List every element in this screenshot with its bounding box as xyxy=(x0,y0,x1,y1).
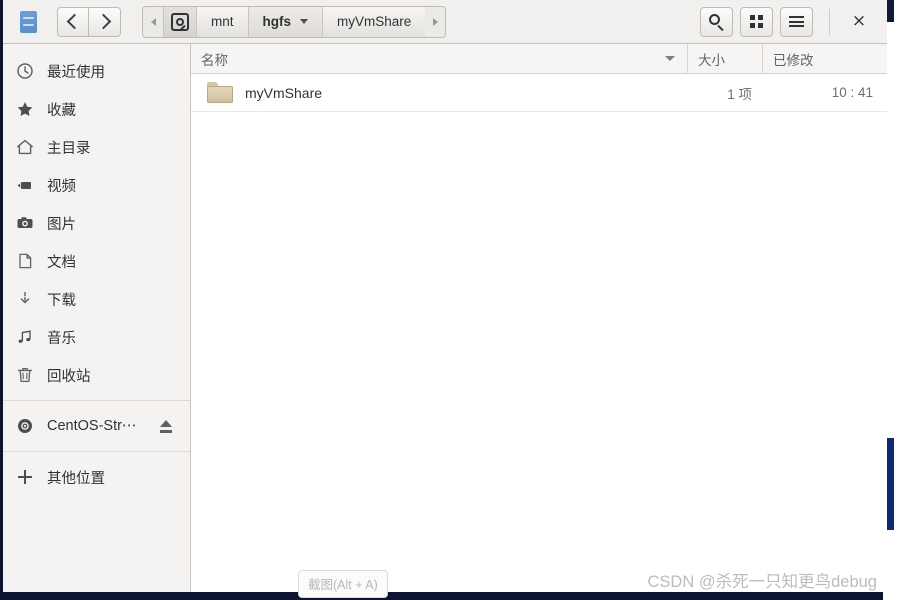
column-header-modified[interactable]: 已修改 xyxy=(762,44,887,73)
watermark: CSDN @杀死一只知更鸟debug xyxy=(647,573,877,591)
column-header-label: 名称 xyxy=(201,52,228,68)
sidebar-item-label: 其他位置 xyxy=(47,470,105,487)
window-body: 最近使用 收藏 主目录 视频 图片 文档 下载 音乐 回收站 CentOS-St… xyxy=(3,44,887,592)
triangle-left-icon xyxy=(150,17,156,26)
clock-icon xyxy=(16,62,34,80)
breadcrumb-label: myVmShare xyxy=(337,14,412,29)
device-disk-icon xyxy=(171,12,189,31)
navigation-button-group xyxy=(57,6,121,37)
camera-icon xyxy=(16,214,34,232)
breadcrumb-item-hgfs[interactable]: hgfs xyxy=(247,6,323,37)
sidebar-item-videos[interactable]: 视频 xyxy=(3,166,190,204)
grid-icon xyxy=(750,15,763,28)
sidebar-item-label: 最近使用 xyxy=(47,64,105,81)
search-button[interactable] xyxy=(700,6,733,37)
sidebar: 最近使用 收藏 主目录 视频 图片 文档 下载 音乐 回收站 CentOS-St… xyxy=(3,44,191,592)
breadcrumb-item-mnt[interactable]: mnt xyxy=(196,6,248,37)
column-header-label: 大小 xyxy=(698,52,725,68)
screenshot-tooltip: 截图(Alt + A) xyxy=(298,570,388,598)
breadcrumb-scroll-left-button[interactable] xyxy=(143,6,163,37)
file-name-cell: myVmShare xyxy=(191,82,687,103)
sidebar-item-label: 收藏 xyxy=(47,102,76,119)
sidebar-item-label: 音乐 xyxy=(47,330,76,347)
sidebar-divider-other xyxy=(3,451,190,452)
view-grid-button[interactable] xyxy=(740,6,773,37)
table-row[interactable]: myVmShare 1 项 10 : 41 xyxy=(191,74,887,112)
sidebar-item-device-centos[interactable]: CentOS-Str⋯ xyxy=(3,407,190,445)
search-icon xyxy=(709,14,724,32)
music-note-icon xyxy=(16,328,34,346)
forward-button[interactable] xyxy=(89,6,121,37)
column-header-label: 已修改 xyxy=(773,52,814,68)
sidebar-item-label: 下载 xyxy=(47,292,76,309)
sidebar-item-label: 回收站 xyxy=(47,368,91,385)
star-icon xyxy=(16,100,34,118)
header-left-group: mnt hgfs myVmShare xyxy=(11,5,447,38)
file-list-area: 名称 大小 已修改 myVmShare 1 项 10: 41 xyxy=(191,44,887,592)
column-header-size[interactable]: 大小 xyxy=(687,44,762,73)
breadcrumb-item-myvmshare[interactable]: myVmShare xyxy=(322,6,426,37)
vertical-scrollbar[interactable] xyxy=(883,44,887,592)
sidebar-item-pictures[interactable]: 图片 xyxy=(3,204,190,242)
sidebar-item-label: 视频 xyxy=(47,178,76,195)
file-name-label: myVmShare xyxy=(245,84,323,101)
sidebar-item-label: CentOS-Str⋯ xyxy=(47,418,137,434)
sidebar-item-trash[interactable]: 回收站 xyxy=(3,356,190,394)
file-cabinet-icon xyxy=(20,10,37,33)
breadcrumb-scroll-right-button[interactable] xyxy=(425,6,446,37)
eject-icon[interactable] xyxy=(159,419,174,434)
folder-icon xyxy=(207,82,233,103)
close-icon: × xyxy=(851,11,867,31)
breadcrumb-root-device-button[interactable] xyxy=(163,6,196,37)
sidebar-item-label: 文档 xyxy=(47,254,76,271)
download-icon xyxy=(16,290,34,308)
video-camera-icon xyxy=(16,176,34,194)
document-icon xyxy=(16,252,34,270)
chevron-left-icon xyxy=(66,13,83,30)
sidebar-item-label: 图片 xyxy=(47,216,76,233)
sidebar-item-home[interactable]: 主目录 xyxy=(3,128,190,166)
back-button[interactable] xyxy=(57,6,89,37)
sidebar-item-recent[interactable]: 最近使用 xyxy=(3,52,190,90)
header-right-group: × xyxy=(700,6,879,37)
file-size-cell: 1 项 xyxy=(727,86,752,102)
home-icon xyxy=(16,138,34,156)
sidebar-item-downloads[interactable]: 下载 xyxy=(3,280,190,318)
header-separator xyxy=(829,8,830,35)
optical-disc-icon xyxy=(16,417,34,435)
file-modified-cell: 10 : 41 xyxy=(831,85,873,100)
plus-icon xyxy=(16,468,34,486)
sidebar-item-other-locations[interactable]: 其他位置 xyxy=(3,458,190,496)
file-manager-window: mnt hgfs myVmShare × 最近使用 收藏 主目录 视频 图片 文… xyxy=(3,0,887,592)
sidebar-item-starred[interactable]: 收藏 xyxy=(3,90,190,128)
breadcrumb-label: hgfs xyxy=(262,14,292,29)
triangle-right-icon xyxy=(432,17,438,26)
column-header-name[interactable]: 名称 xyxy=(191,44,687,73)
close-window-button[interactable]: × xyxy=(844,7,874,37)
sort-descending-icon xyxy=(665,56,675,61)
file-list-header: 名称 大小 已修改 xyxy=(191,44,887,74)
chevron-right-icon xyxy=(95,13,111,30)
file-list-rows: myVmShare 1 项 10 : 41 xyxy=(191,74,887,592)
desktop-right-accent-top xyxy=(886,0,894,22)
sidebar-item-label: 主目录 xyxy=(47,140,91,157)
sidebar-item-documents[interactable]: 文档 xyxy=(3,242,190,280)
chevron-down-icon xyxy=(300,19,309,24)
hamburger-menu-icon xyxy=(789,16,804,27)
desktop-right-accent xyxy=(886,438,894,530)
header-bar: mnt hgfs myVmShare × xyxy=(3,0,887,44)
breadcrumb: mnt hgfs myVmShare xyxy=(142,5,447,38)
main-menu-button[interactable] xyxy=(780,6,813,37)
sidebar-divider-devices xyxy=(3,400,190,401)
sidebar-item-music[interactable]: 音乐 xyxy=(3,318,190,356)
trash-icon xyxy=(16,366,34,384)
breadcrumb-label: mnt xyxy=(211,14,234,29)
